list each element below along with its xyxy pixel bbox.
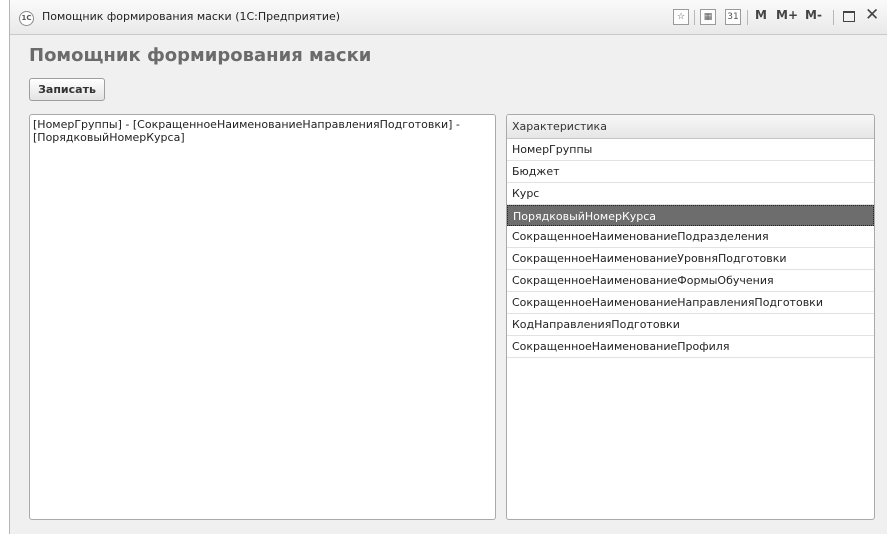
star-icon[interactable]: ☆	[673, 9, 689, 25]
table-row[interactable]: СокращенноеНаименованиеНаправленияПодгот…	[507, 292, 874, 314]
characteristics-table: Характеристика НомерГруппы Бюджет Курс П…	[506, 114, 875, 520]
memory-plus-button[interactable]: M+	[776, 8, 798, 22]
memory-button[interactable]: M	[755, 8, 767, 22]
table-row[interactable]: Бюджет	[507, 161, 874, 183]
calculator-icon[interactable]: ▦	[700, 9, 716, 25]
app-logo-icon[interactable]: 1С	[19, 11, 34, 26]
table-row[interactable]: СокращенноеНаименованиеФормыОбучения	[507, 270, 874, 292]
table-body: НомерГруппы Бюджет Курс ПорядковыйНомерК…	[507, 139, 874, 358]
memory-minus-button[interactable]: M-	[805, 8, 822, 22]
title-bar: 1С Помощник формирования маски (1С:Предп…	[10, 0, 887, 35]
table-row[interactable]: НомерГруппы	[507, 139, 874, 161]
maximize-icon[interactable]	[843, 11, 855, 22]
column-header-characteristic[interactable]: Характеристика	[507, 115, 874, 139]
toolbar-divider	[694, 10, 695, 25]
table-row[interactable]: СокращенноеНаименованиеУровняПодготовки	[507, 248, 874, 270]
table-row[interactable]: СокращенноеНаименованиеПрофиля	[507, 336, 874, 358]
calendar-icon[interactable]: 31	[725, 9, 741, 25]
table-row[interactable]: СокращенноеНаименованиеПодразделения	[507, 226, 874, 248]
form-title: Помощник формирования маски	[29, 45, 372, 66]
toolbar-divider	[747, 10, 748, 25]
write-button[interactable]: Записать	[29, 78, 105, 101]
toolbar-divider	[833, 10, 834, 25]
window-title: Помощник формирования маски (1С:Предприя…	[42, 10, 341, 23]
close-icon[interactable]: ✕	[865, 5, 879, 25]
mask-text-area[interactable]: [НомерГруппы] - [СокращенноеНаименование…	[29, 114, 496, 520]
table-row[interactable]: КодНаправленияПодготовки	[507, 314, 874, 336]
table-row[interactable]: Курс	[507, 183, 874, 205]
table-row-selected[interactable]: ПорядковыйНомерКурса	[507, 205, 874, 226]
app-window: 1С Помощник формирования маски (1С:Предп…	[9, 0, 887, 534]
